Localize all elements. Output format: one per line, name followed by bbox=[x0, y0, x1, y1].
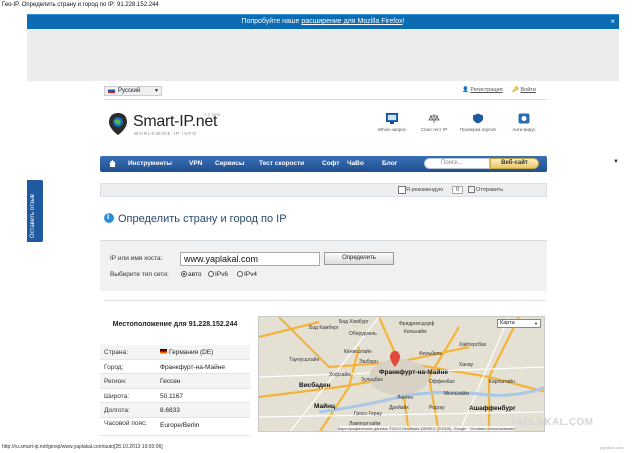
chevron-down-icon: ▼ bbox=[534, 321, 538, 326]
feedback-tab[interactable]: Оставить отзыв bbox=[27, 180, 43, 242]
register-link[interactable]: 👤 Регистрация bbox=[462, 87, 503, 93]
status-bar-url: http://ru.smart-ip.net/geoip/www.yaplaka… bbox=[2, 444, 163, 450]
shield-icon bbox=[473, 113, 483, 124]
nav-vpn[interactable]: VPN bbox=[189, 160, 202, 167]
info-icon bbox=[104, 212, 114, 223]
page-title: Гео-IP. Определить страну и город по IP:… bbox=[2, 2, 159, 8]
nav-tools[interactable]: Инструменты bbox=[128, 160, 172, 167]
recommend-label[interactable]: Я рекомендую bbox=[406, 187, 443, 193]
table-row: Часовой пояс: Europe/Berlin bbox=[100, 418, 250, 436]
version-label: 2.0 beta bbox=[204, 112, 221, 117]
logo-icon[interactable] bbox=[108, 112, 128, 136]
tool-speedtest[interactable]: Спил тест IP bbox=[414, 113, 454, 132]
nav-speedtest[interactable]: Тест скорости bbox=[259, 160, 304, 167]
divider bbox=[104, 99, 547, 100]
promo-link[interactable]: расширение для Mozilla Firefox bbox=[301, 18, 402, 25]
brand-tagline: WORLDWIDE IP INFO bbox=[134, 131, 197, 136]
whois-icon bbox=[386, 113, 398, 124]
promo-bar: Попробуйте наше расширение для Mozilla F… bbox=[27, 14, 619, 29]
ad-banner bbox=[27, 29, 619, 81]
chevron-down-icon: ▼ bbox=[154, 88, 159, 94]
nav-software[interactable]: Софт bbox=[322, 160, 339, 167]
home-icon[interactable] bbox=[108, 159, 117, 168]
radio-ipv6[interactable]: IPv6 bbox=[208, 271, 228, 278]
site-watermark: YAPLAKAL.COM bbox=[510, 417, 594, 428]
language-select[interactable]: Русский ▼ bbox=[104, 86, 162, 96]
network-type-label: Выберите тип сети: bbox=[110, 271, 169, 278]
table-row: Долгота: 8.6833 bbox=[100, 403, 250, 418]
send-checkbox[interactable] bbox=[468, 186, 475, 193]
search-input[interactable]: Поиск... bbox=[424, 158, 490, 169]
user-icon: 👤 bbox=[462, 87, 469, 93]
table-row: Город: Франкфурт-на-Майне bbox=[100, 360, 250, 375]
nav-faq[interactable]: ЧаВо bbox=[347, 160, 364, 167]
ip-label: IP или имя хоста: bbox=[110, 255, 163, 262]
user-links: 👤 Регистрация 🔑 Войти bbox=[462, 87, 536, 93]
key-icon: 🔑 bbox=[512, 87, 519, 93]
page-heading: Определить страну и город по IP bbox=[104, 212, 287, 225]
nav-blog[interactable]: Блог bbox=[382, 160, 397, 167]
divider bbox=[104, 300, 547, 301]
recommend-checkbox[interactable] bbox=[398, 186, 406, 194]
tool-whois[interactable]: Whois-запрос bbox=[372, 113, 412, 132]
tool-antivirus[interactable]: Анти-вирус bbox=[504, 113, 544, 132]
search-button[interactable]: Веб-сайт bbox=[490, 158, 539, 169]
radio-dot[interactable] bbox=[181, 271, 187, 277]
map-type-select[interactable]: Карта ▼ bbox=[497, 319, 541, 328]
russia-flag-icon bbox=[108, 87, 115, 93]
send-button[interactable]: Отправить bbox=[468, 186, 503, 193]
location-table: Страна: Германия (DE) Город: Франкфурт-на-… bbox=[100, 345, 250, 436]
promo-text: Попробуйте наше расширение для Mozilla F… bbox=[241, 18, 405, 25]
germany-flag-icon bbox=[160, 349, 167, 354]
ip-input[interactable]: www.yaplakal.com bbox=[180, 252, 320, 266]
nav-services[interactable]: Сервисы bbox=[215, 160, 244, 167]
radio-ipv4[interactable]: IPv4 bbox=[237, 271, 257, 278]
chevron-down-icon[interactable]: ▼ bbox=[613, 159, 619, 165]
recommend-count: 0 bbox=[452, 186, 463, 194]
table-row: Широта: 50.1167 bbox=[100, 389, 250, 404]
table-row: Страна: Германия (DE) bbox=[100, 345, 250, 360]
close-icon[interactable]: × bbox=[610, 17, 615, 26]
lookup-form bbox=[100, 240, 547, 291]
antivirus-icon bbox=[518, 113, 530, 124]
radio-auto[interactable]: авто bbox=[181, 271, 201, 278]
map-attribution[interactable]: Картографические данные ©2013 GeoBasis-D… bbox=[338, 426, 515, 431]
table-row: Регион: Гессен bbox=[100, 374, 250, 389]
location-title: Местоположение для 91.228.152.244 bbox=[112, 321, 238, 328]
login-link[interactable]: 🔑 Войти bbox=[512, 87, 536, 93]
radio-dot[interactable] bbox=[208, 271, 214, 277]
submit-button[interactable]: Определить bbox=[324, 252, 394, 265]
radio-dot[interactable] bbox=[237, 271, 243, 277]
map-view[interactable]: Бад Хомбург Бад Камберг Оберурзель Фридр… bbox=[258, 316, 545, 432]
scales-icon bbox=[428, 114, 440, 123]
corner-note: yaplakal.com bbox=[600, 445, 624, 450]
tool-portcheck[interactable]: Проверка портов bbox=[458, 113, 498, 132]
